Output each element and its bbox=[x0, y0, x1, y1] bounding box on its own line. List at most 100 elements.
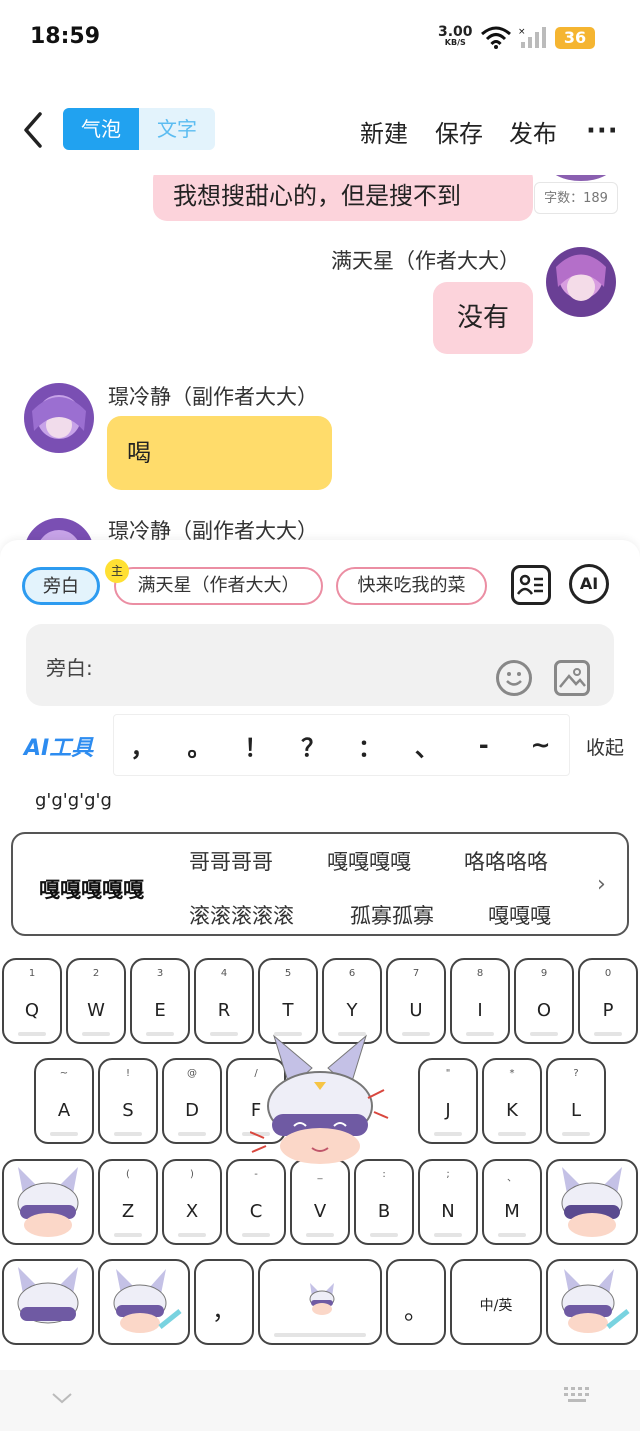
message-bubble[interactable]: 我想搜甜心的，但是搜不到 bbox=[153, 175, 533, 221]
image-icon[interactable] bbox=[554, 660, 590, 696]
key-underline bbox=[434, 1132, 462, 1136]
new-button[interactable]: 新建 bbox=[360, 114, 408, 149]
punct-tilde[interactable]: ~ bbox=[512, 731, 569, 759]
key-underline bbox=[18, 1032, 46, 1036]
key-o[interactable]: 9O bbox=[514, 958, 574, 1044]
message-bubble[interactable]: 喝 bbox=[107, 416, 332, 490]
avatar[interactable] bbox=[546, 247, 616, 317]
key-z[interactable]: (Z bbox=[98, 1159, 158, 1245]
key-underline bbox=[370, 1233, 398, 1237]
enter-key[interactable] bbox=[546, 1259, 638, 1345]
chevron-down-icon[interactable] bbox=[50, 1390, 74, 1406]
key-n[interactable]: ; N bbox=[418, 1159, 478, 1245]
symbol-key[interactable] bbox=[2, 1259, 94, 1345]
role-chip-narrator[interactable]: 旁白 bbox=[22, 567, 100, 605]
candidate[interactable]: 咯咯咯咯 bbox=[464, 846, 548, 876]
role-chip-author[interactable]: 满天星（作者大大） bbox=[114, 567, 323, 605]
key-label: V bbox=[313, 1201, 327, 1222]
key-secondary-label: ? bbox=[573, 1068, 579, 1079]
comma-key[interactable]: ， bbox=[194, 1259, 254, 1345]
battery-indicator: 36 bbox=[555, 27, 595, 49]
role-manage-icon[interactable] bbox=[511, 565, 551, 605]
key-underline bbox=[466, 1032, 494, 1036]
key-i[interactable]: 8I bbox=[450, 958, 510, 1044]
key-x[interactable]: ) X bbox=[162, 1159, 222, 1245]
language-switch-key[interactable]: 中/英 bbox=[450, 1259, 542, 1345]
punct-colon[interactable]: ： bbox=[342, 728, 399, 763]
key-label: P bbox=[602, 1000, 614, 1021]
candidate[interactable]: 哥哥哥哥 bbox=[189, 846, 273, 876]
key-underline bbox=[498, 1233, 526, 1237]
more-menu-button[interactable]: ··· bbox=[586, 116, 619, 146]
shift-key[interactable] bbox=[2, 1159, 94, 1245]
candidate[interactable]: 嘎嘎嘎嘎 bbox=[327, 846, 411, 876]
punctuation-bar: ， 。 ！ ？ ： 、 - ~ bbox=[113, 714, 570, 776]
key-secondary-label: ( bbox=[126, 1169, 130, 1180]
chat-list[interactable]: 我想搜甜心的，但是搜不到 字数：189 满天星（作者大大） 没有 璟冷静（副作者… bbox=[0, 175, 640, 540]
key-a[interactable]: ~ A bbox=[34, 1058, 94, 1144]
key-secondary-label: 1 bbox=[28, 968, 36, 979]
role-chip-coauthor[interactable]: 快来吃我的菜 bbox=[336, 567, 487, 605]
key-label: 。 bbox=[404, 1297, 428, 1325]
candidate[interactable]: 嘎嘎嘎 bbox=[488, 900, 551, 930]
key-s[interactable]: ! S bbox=[98, 1058, 158, 1144]
avatar[interactable] bbox=[24, 383, 94, 453]
ai-button[interactable]: AI bbox=[569, 564, 609, 604]
punct-period[interactable]: 。 bbox=[171, 728, 228, 763]
punct-dash[interactable]: - bbox=[455, 731, 512, 759]
avatar[interactable] bbox=[24, 518, 94, 540]
key-e[interactable]: 3E bbox=[130, 958, 190, 1044]
emoji-icon[interactable] bbox=[496, 660, 532, 696]
key-l[interactable]: ? L bbox=[546, 1058, 606, 1144]
keyboard-icon[interactable] bbox=[562, 1384, 594, 1406]
space-key[interactable] bbox=[258, 1259, 382, 1345]
key-u[interactable]: 7U bbox=[386, 958, 446, 1044]
mascot-sticker-icon bbox=[17, 1267, 79, 1324]
number-key[interactable] bbox=[98, 1259, 190, 1345]
key-m[interactable]: 、 M bbox=[482, 1159, 542, 1245]
back-arrow-icon[interactable] bbox=[18, 110, 48, 150]
key-k[interactable]: * K bbox=[482, 1058, 542, 1144]
key-q[interactable]: 1Q bbox=[2, 958, 62, 1044]
punct-question[interactable]: ？ bbox=[285, 728, 342, 763]
delete-key[interactable] bbox=[546, 1159, 638, 1245]
key-r[interactable]: 4R bbox=[194, 958, 254, 1044]
chevron-right-icon[interactable]: › bbox=[597, 872, 606, 897]
key-label: D bbox=[185, 1100, 199, 1121]
avatar[interactable] bbox=[548, 175, 614, 181]
host-badge: 主 bbox=[105, 559, 129, 583]
composing-text: g'g'g'g'g bbox=[35, 790, 112, 811]
period-key[interactable]: 。 bbox=[386, 1259, 446, 1345]
punct-comma[interactable]: ， bbox=[114, 728, 171, 763]
message-input[interactable]: 旁白: bbox=[26, 624, 614, 706]
ai-tools-button[interactable]: AI工具 bbox=[24, 730, 93, 762]
key-underline bbox=[594, 1032, 622, 1036]
key-j[interactable]: " J bbox=[418, 1058, 478, 1144]
candidate[interactable]: 孤寡孤寡 bbox=[350, 900, 434, 930]
message-bubble[interactable]: 没有 bbox=[433, 282, 533, 354]
key-label: S bbox=[122, 1100, 134, 1121]
key-underline bbox=[434, 1233, 462, 1237]
publish-button[interactable]: 发布 bbox=[509, 114, 557, 149]
key-label: O bbox=[536, 1000, 552, 1021]
mascot-sticker-icon bbox=[250, 1034, 389, 1164]
tab-text[interactable]: 文字 bbox=[139, 108, 215, 150]
punct-dun[interactable]: 、 bbox=[398, 728, 455, 763]
key-w[interactable]: 2W bbox=[66, 958, 126, 1044]
candidate[interactable]: 滚滚滚滚滚 bbox=[189, 900, 294, 930]
key-label: W bbox=[87, 1000, 105, 1021]
key-label: Z bbox=[121, 1201, 135, 1222]
key-label: Q bbox=[24, 1000, 40, 1021]
save-button[interactable]: 保存 bbox=[435, 114, 483, 149]
key-d[interactable]: @ D bbox=[162, 1058, 222, 1144]
speaker-name: 满天星（作者大大） bbox=[331, 249, 520, 273]
svg-text:×: × bbox=[518, 27, 526, 37]
mascot-sticker-icon bbox=[113, 1269, 182, 1333]
punct-exclaim[interactable]: ！ bbox=[228, 728, 285, 763]
candidate-primary[interactable]: 嘎嘎嘎嘎嘎 bbox=[39, 874, 144, 904]
key-underline bbox=[178, 1132, 206, 1136]
key-p[interactable]: 0P bbox=[578, 958, 638, 1044]
speaker-name: 璟冷静（副作者大大） bbox=[108, 385, 318, 409]
collapse-button[interactable]: 收起 bbox=[586, 733, 624, 760]
tab-bubble[interactable]: 气泡 bbox=[63, 108, 139, 150]
